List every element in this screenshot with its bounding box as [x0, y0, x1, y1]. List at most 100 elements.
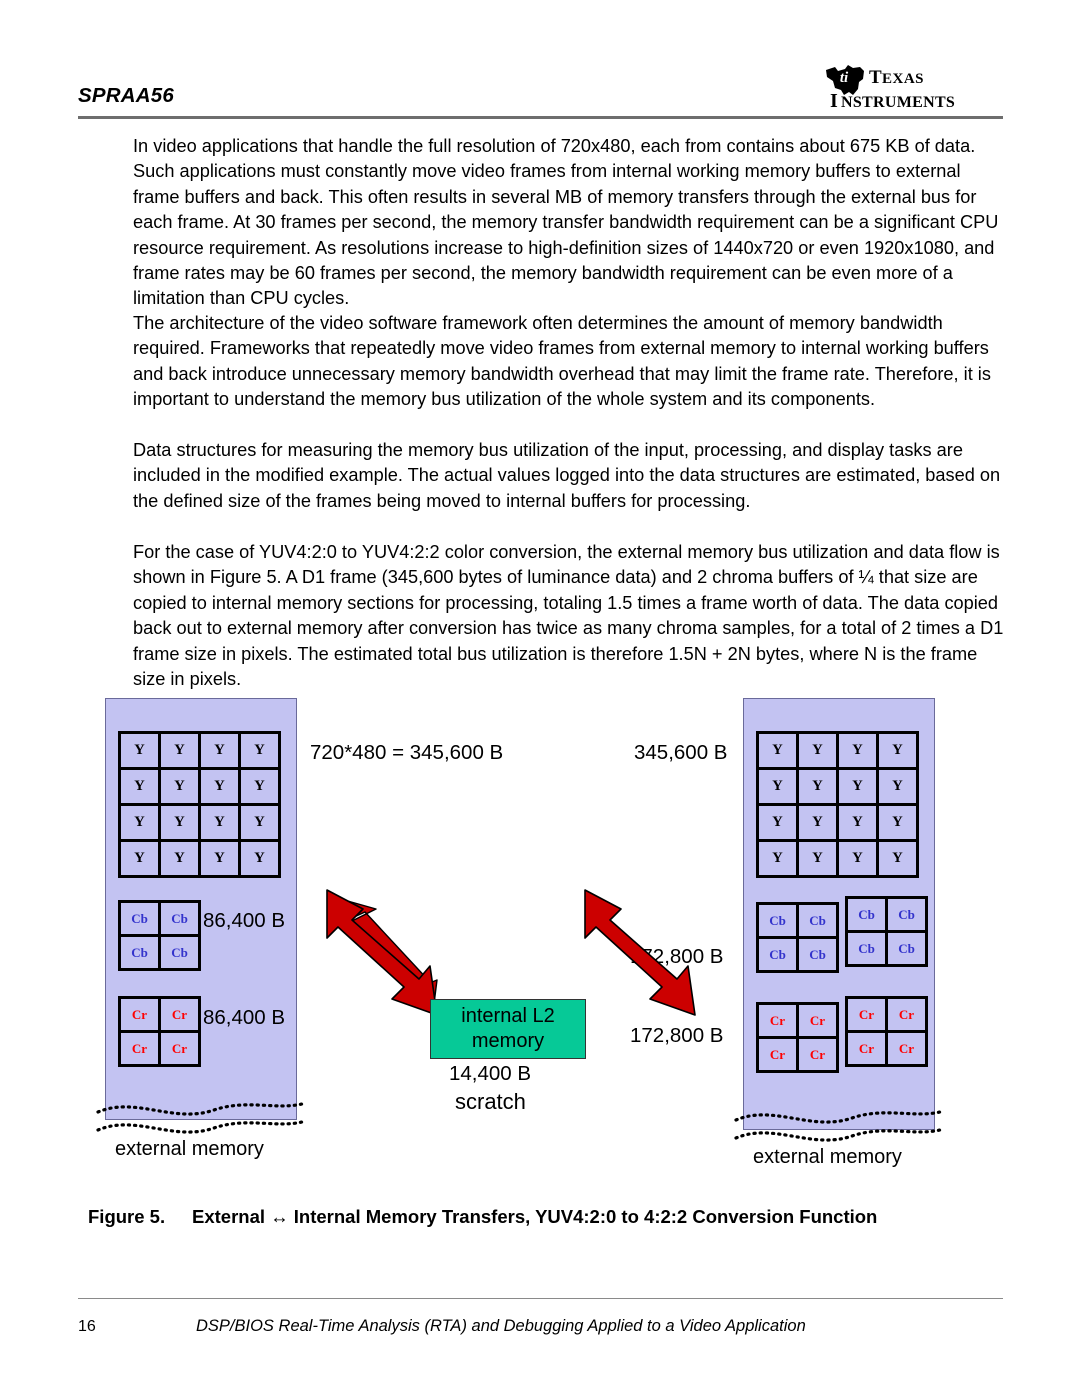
- svg-text:T: T: [869, 67, 882, 88]
- left-cr-grid: Cr Cr Cr Cr: [118, 996, 201, 1067]
- paragraph-2: The architecture of the video software f…: [133, 313, 991, 410]
- cb-cell: Cb: [121, 937, 158, 968]
- header-divider: [78, 116, 1003, 119]
- luma-cell: Y: [241, 770, 278, 803]
- right-torn-edge: [734, 1098, 944, 1144]
- luma-cell: Y: [839, 734, 876, 767]
- cb-cell: Cb: [848, 899, 885, 930]
- right-cr-size-label: 172,800 B: [630, 1024, 724, 1047]
- svg-text:EXAS: EXAS: [882, 71, 924, 87]
- internal-l2-memory-box: internal L2 memory: [430, 999, 586, 1059]
- luma-cell: Y: [879, 770, 916, 803]
- luma-cell: Y: [161, 842, 198, 875]
- cr-cell: Cr: [161, 999, 198, 1030]
- luma-cell: Y: [201, 842, 238, 875]
- right-external-memory-label: external memory: [753, 1146, 902, 1168]
- cr-cell: Cr: [121, 1033, 158, 1064]
- right-cr-grid-second: Cr Cr Cr Cr: [845, 996, 928, 1067]
- cb-cell: Cb: [759, 905, 796, 936]
- arrow-to-internal-icon: [329, 895, 438, 1013]
- luma-cell: Y: [121, 770, 158, 803]
- luma-cell: Y: [759, 734, 796, 767]
- cb-cell: Cb: [161, 903, 198, 934]
- left-cb-grid: Cb Cb Cb Cb: [118, 900, 201, 971]
- right-luma-size-label: 345,600 B: [634, 741, 728, 764]
- luma-cell: Y: [799, 770, 836, 803]
- cb-cell: Cb: [848, 933, 885, 964]
- figure-caption: Figure 5. External ↔ Internal Memory Tran…: [88, 1206, 998, 1228]
- cr-cell: Cr: [888, 999, 925, 1030]
- page-header: SPRAA56 ti T EXAS I NSTRUMENTS: [0, 0, 1080, 119]
- cb-cell: Cb: [799, 939, 836, 970]
- cb-cell: Cb: [759, 939, 796, 970]
- luma-cell: Y: [241, 734, 278, 767]
- luma-cell: Y: [241, 842, 278, 875]
- luma-cell: Y: [799, 806, 836, 839]
- svg-text:ti: ti: [840, 70, 849, 86]
- luma-cell: Y: [161, 806, 198, 839]
- cb-cell: Cb: [161, 937, 198, 968]
- svg-text:NSTRUMENTS: NSTRUMENTS: [841, 94, 955, 111]
- luma-cell: Y: [759, 842, 796, 875]
- left-luma-grid: Y Y Y Y Y Y Y Y Y Y Y Y Y Y Y Y: [118, 731, 281, 878]
- cr-cell: Cr: [888, 1033, 925, 1064]
- cb-cell: Cb: [121, 903, 158, 934]
- luma-cell: Y: [839, 770, 876, 803]
- l2-label-line1: internal L2: [461, 1005, 555, 1027]
- left-luma-size-label: 720*480 = 345,600 B: [310, 741, 504, 764]
- texas-instruments-logo: ti T EXAS I NSTRUMENTS: [822, 62, 1022, 114]
- luma-cell: Y: [121, 806, 158, 839]
- page-number: 16: [78, 1318, 96, 1335]
- luma-cell: Y: [201, 734, 238, 767]
- luma-cell: Y: [879, 806, 916, 839]
- right-luma-grid: Y Y Y Y Y Y Y Y Y Y Y Y Y Y Y Y: [756, 731, 919, 878]
- cr-cell: Cr: [848, 1033, 885, 1064]
- document-id: SPRAA56: [78, 84, 174, 107]
- cr-cell: Cr: [799, 1005, 836, 1036]
- left-cr-size-label: 86,400 B: [203, 1006, 286, 1029]
- right-cb-grid-first: Cb Cb Cb Cb: [756, 902, 839, 973]
- luma-cell: Y: [879, 842, 916, 875]
- paragraph-4: For the case of YUV4:2:0 to YUV4:2:2 col…: [133, 542, 1004, 690]
- luma-cell: Y: [161, 734, 198, 767]
- arrow-down-right: [326, 889, 438, 1016]
- figure-caption-number: Figure 5.: [88, 1206, 166, 1227]
- cb-cell: Cb: [888, 899, 925, 930]
- cr-cell: Cr: [848, 999, 885, 1030]
- cr-cell: Cr: [759, 1039, 796, 1070]
- paragraph-3: Data structures for measuring the memory…: [133, 440, 1001, 511]
- luma-cell: Y: [839, 806, 876, 839]
- cb-cell: Cb: [799, 905, 836, 936]
- cb-cell: Cb: [888, 933, 925, 964]
- scratch-label: scratch: [455, 1089, 526, 1114]
- right-cb-grid-second: Cb Cb Cb Cb: [845, 896, 928, 967]
- luma-cell: Y: [121, 842, 158, 875]
- scratch-size-label: 14,400 B: [449, 1062, 532, 1085]
- luma-cell: Y: [161, 770, 198, 803]
- cr-cell: Cr: [121, 999, 158, 1030]
- right-cb-size-label: 172,800 B: [630, 945, 724, 968]
- luma-cell: Y: [799, 734, 836, 767]
- cr-cell: Cr: [799, 1039, 836, 1070]
- luma-cell: Y: [759, 770, 796, 803]
- luma-cell: Y: [241, 806, 278, 839]
- luma-cell: Y: [839, 842, 876, 875]
- cr-cell: Cr: [759, 1005, 796, 1036]
- paragraph-1: In video applications that handle the fu…: [133, 136, 999, 309]
- luma-cell: Y: [201, 806, 238, 839]
- cr-cell: Cr: [161, 1033, 198, 1064]
- right-cr-grid-first: Cr Cr Cr Cr: [756, 1002, 839, 1073]
- figure-5-diagram: Y Y Y Y Y Y Y Y Y Y Y Y Y Y Y Y Cb Cb Cb…: [0, 690, 1080, 1190]
- footer-divider: [78, 1298, 1003, 1299]
- footer-document-title: DSP/BIOS Real-Time Analysis (RTA) and De…: [196, 1317, 806, 1335]
- luma-cell: Y: [759, 806, 796, 839]
- luma-cell: Y: [799, 842, 836, 875]
- luma-cell: Y: [879, 734, 916, 767]
- left-torn-edge: [96, 1090, 306, 1136]
- svg-text:I: I: [830, 90, 838, 112]
- luma-cell: Y: [121, 734, 158, 767]
- luma-cell: Y: [201, 770, 238, 803]
- figure-caption-text: External ↔ Internal Memory Transfers, YU…: [192, 1206, 878, 1227]
- l2-label-line2: memory: [471, 1030, 545, 1052]
- left-cb-size-label: 86,400 B: [203, 909, 286, 932]
